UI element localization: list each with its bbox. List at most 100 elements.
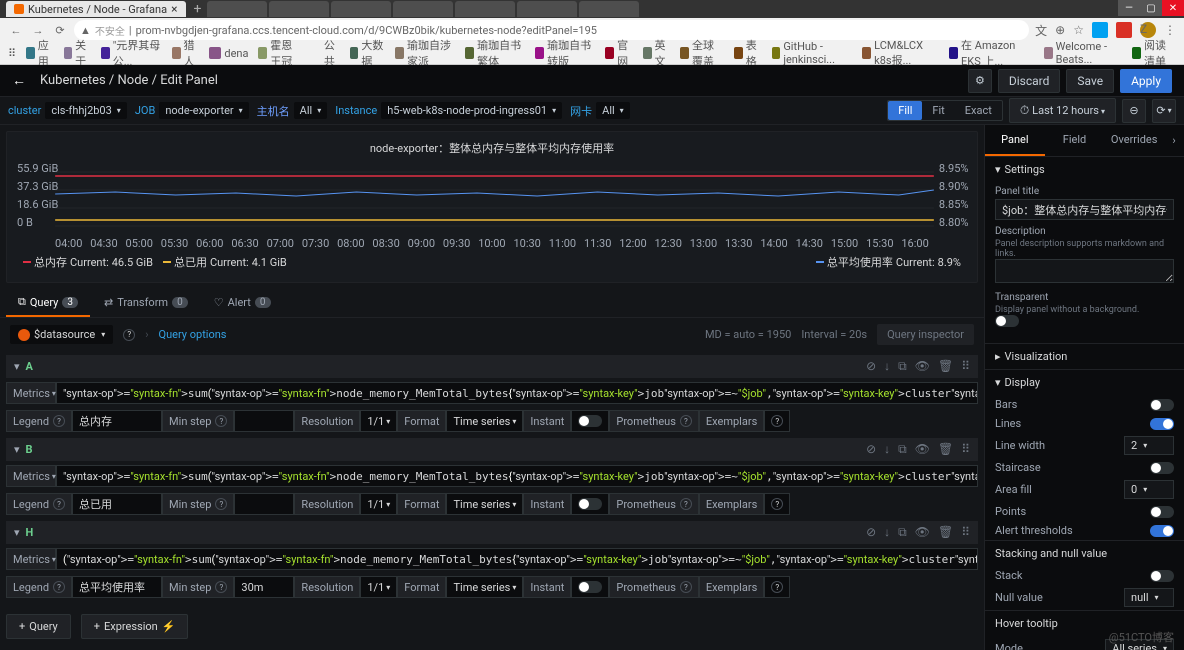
metrics-expression-input[interactable]: "syntax-op">="syntax-fn">sum("syntax-op"… — [56, 382, 978, 404]
window-maximize[interactable]: ▢ — [1140, 0, 1162, 16]
legend-input[interactable]: 总平均使用率 — [72, 576, 162, 598]
format-select[interactable]: Time series — [446, 576, 523, 598]
apps-icon[interactable]: ⠿ — [8, 47, 16, 60]
query-header-row[interactable]: ▾ B ⊘ ↓ ⧉ 👁 🗑 ⠿ — [6, 438, 978, 461]
query-inspector-button[interactable]: Query inspector — [877, 324, 974, 345]
metrics-label[interactable]: Metrics — [6, 465, 56, 487]
toggle-query-icon[interactable]: 👁 — [915, 442, 930, 457]
areafill-select[interactable]: 0 — [1124, 480, 1174, 499]
format-select[interactable]: Time series — [446, 410, 523, 432]
resolution-select[interactable]: 1/1 — [360, 493, 397, 515]
datasource-select[interactable]: $datasource — [10, 325, 113, 344]
zoom-out-icon[interactable]: ⊖ — [1122, 99, 1146, 123]
var-value-cluster[interactable]: cls-fhhj2b03 — [45, 102, 126, 119]
drag-query-icon[interactable]: ⠿ — [961, 359, 970, 374]
tab-close-icon[interactable]: × — [171, 2, 177, 16]
fit-option[interactable]: Fit — [922, 101, 954, 120]
metrics-label[interactable]: Metrics — [6, 382, 56, 404]
staircase-toggle[interactable] — [1150, 462, 1174, 474]
duplicate-query-icon[interactable]: ⊘ — [866, 525, 876, 540]
profile-avatar[interactable]: Z — [1140, 22, 1156, 38]
resolution-select[interactable]: 1/1 — [360, 410, 397, 432]
legend-input[interactable]: 总内存 — [72, 410, 162, 432]
reload-button[interactable]: ⟳ — [52, 22, 68, 38]
time-range-picker[interactable]: ⏱ Last 12 hours — [1009, 98, 1116, 123]
bookmark-star-icon[interactable]: ☆ — [1073, 23, 1084, 37]
discard-button[interactable]: Discard — [998, 69, 1061, 93]
section-stacking[interactable]: Stacking and null value — [985, 541, 1184, 566]
exact-option[interactable]: Exact — [955, 101, 1002, 120]
instant-toggle[interactable] — [571, 576, 609, 598]
nullvalue-select[interactable]: null — [1124, 588, 1174, 607]
move-query-icon[interactable]: ↓ — [884, 525, 890, 540]
instant-toggle[interactable] — [571, 493, 609, 515]
translate-icon[interactable]: 文 — [1035, 22, 1047, 39]
tab-query[interactable]: ⧉ Query 3 — [6, 289, 90, 317]
query-options-link[interactable]: Query options — [159, 328, 227, 341]
window-minimize[interactable]: — — [1118, 0, 1140, 16]
metrics-expression-input[interactable]: "syntax-op">="syntax-fn">sum("syntax-op"… — [56, 465, 978, 487]
panel-title-input[interactable] — [995, 199, 1174, 220]
new-tab-button[interactable]: + — [188, 1, 208, 17]
tab-alert[interactable]: ♡ Alert 0 — [202, 289, 283, 317]
bars-toggle[interactable] — [1150, 399, 1174, 411]
var-value-nic[interactable]: All — [596, 102, 630, 119]
extension-icon[interactable] — [1092, 22, 1108, 38]
back-arrow-icon[interactable]: ← — [12, 72, 30, 90]
side-tab-overrides[interactable]: Overrides — [1104, 125, 1164, 156]
legend-item[interactable]: 总已用 Current: 4.1 GiB — [163, 254, 287, 270]
move-query-icon[interactable]: ↓ — [884, 359, 890, 374]
settings-icon[interactable]: ⚙ — [968, 69, 992, 93]
fill-option[interactable]: Fill — [888, 101, 922, 120]
exemplars-input[interactable]: ? — [764, 493, 790, 515]
browser-tab-inactive[interactable] — [393, 1, 453, 17]
info-icon[interactable]: ? — [123, 329, 135, 341]
add-expression-button[interactable]: + Expression ⚡ — [81, 614, 189, 639]
expand-icon[interactable]: › — [1164, 125, 1184, 156]
alert-thresholds-toggle[interactable] — [1150, 525, 1174, 537]
panel-fit-toggle[interactable]: Fill Fit Exact — [887, 100, 1003, 121]
metrics-expression-input[interactable]: ("syntax-op">="syntax-fn">sum("syntax-op… — [56, 548, 978, 570]
browser-tab-inactive[interactable] — [331, 1, 391, 17]
extension-icon[interactable] — [1116, 22, 1132, 38]
section-settings[interactable]: ▾ Settings — [985, 157, 1184, 182]
lines-toggle[interactable] — [1150, 418, 1174, 430]
duplicate-query-icon[interactable]: ⊘ — [866, 442, 876, 457]
browser-tab-inactive[interactable] — [517, 1, 577, 17]
var-value-host[interactable]: All — [294, 102, 328, 119]
description-input[interactable] — [995, 259, 1174, 283]
browser-tab-active[interactable]: Kubernetes / Node - Grafana × — [6, 1, 186, 17]
drag-query-icon[interactable]: ⠿ — [961, 442, 970, 457]
legend-input[interactable]: 总已用 — [72, 493, 162, 515]
toggle-query-icon[interactable]: 👁 — [915, 359, 930, 374]
minstep-input[interactable]: 30m — [234, 576, 294, 598]
toggle-query-icon[interactable]: 👁 — [915, 525, 930, 540]
zoom-icon[interactable]: ⊕ — [1055, 23, 1065, 37]
minstep-input[interactable] — [234, 493, 294, 515]
section-visualization[interactable]: ▸ Visualization — [985, 344, 1184, 369]
var-value-job[interactable]: node-exporter — [159, 102, 248, 119]
drag-query-icon[interactable]: ⠿ — [961, 525, 970, 540]
resolution-select[interactable]: 1/1 — [360, 576, 397, 598]
transparent-toggle[interactable] — [995, 315, 1019, 327]
legend-item[interactable]: 总平均使用率 Current: 8.9% — [816, 254, 961, 270]
bookmark-item[interactable]: LCM&LCX k8s报... — [862, 39, 939, 68]
exemplars-input[interactable]: ? — [764, 410, 790, 432]
save-button[interactable]: Save — [1066, 69, 1114, 93]
instant-toggle[interactable] — [571, 410, 609, 432]
minstep-input[interactable] — [234, 410, 294, 432]
bookmark-item[interactable]: dena — [209, 47, 248, 60]
bookmark-item[interactable]: Welcome - Beats... — [1044, 40, 1122, 66]
move-query-icon[interactable]: ↓ — [884, 442, 890, 457]
linewidth-select[interactable]: 2 — [1124, 436, 1174, 455]
tab-transform[interactable]: ⇄ Transform 0 — [92, 289, 200, 317]
back-button[interactable]: ← — [8, 22, 24, 38]
metrics-label[interactable]: Metrics — [6, 548, 56, 570]
side-tab-field[interactable]: Field — [1045, 125, 1105, 156]
delete-query-icon[interactable]: 🗑 — [938, 359, 953, 374]
query-header-row[interactable]: ▾ A ⊘ ↓ ⧉ 👁 🗑 ⠿ — [6, 355, 978, 378]
format-select[interactable]: Time series — [446, 493, 523, 515]
delete-query-icon[interactable]: 🗑 — [938, 525, 953, 540]
var-value-instance[interactable]: h5-web-k8s-node-prod-ingress01 — [381, 102, 562, 119]
window-close[interactable]: ✕ — [1162, 0, 1184, 16]
